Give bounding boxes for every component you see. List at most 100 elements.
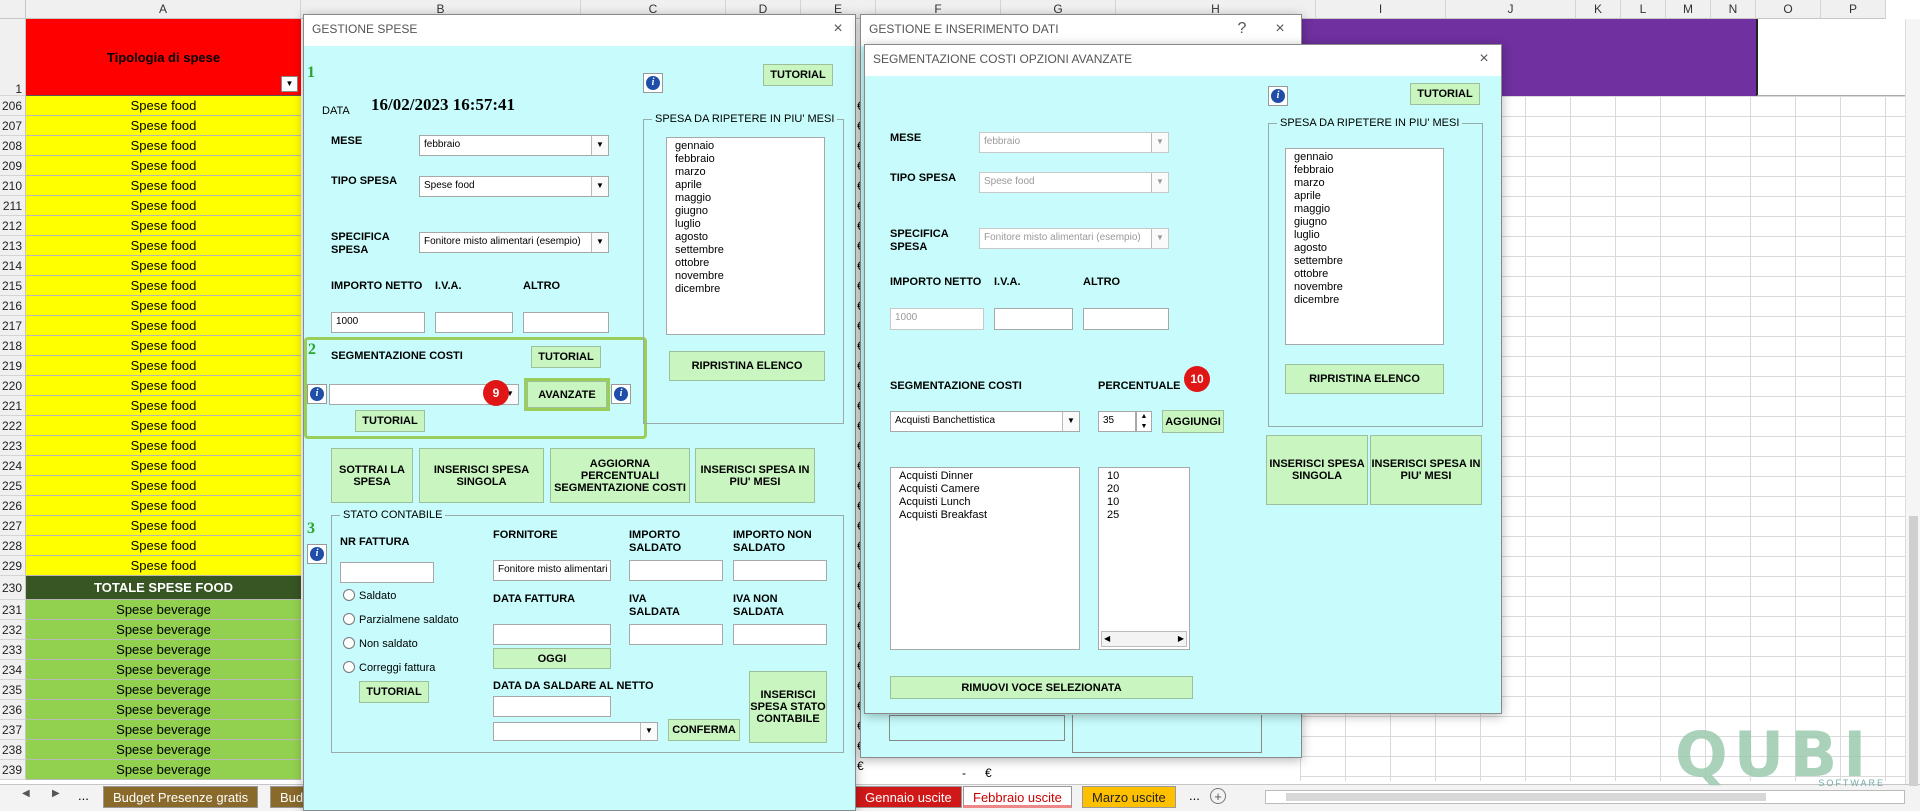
segmentazione-tutorial-button-2[interactable]: TUTORIAL xyxy=(355,410,425,432)
row-header-228[interactable]: 228 xyxy=(0,536,26,556)
chevron-down-icon[interactable]: ▼ xyxy=(591,233,608,252)
row-header-231[interactable]: 231 xyxy=(0,600,26,620)
col-header-o[interactable]: O xyxy=(1756,0,1821,19)
inserisci-spesa-mesi-button[interactable]: INSERISCI SPESA IN PIU' MESI xyxy=(1370,435,1482,505)
percentuali-hscroll[interactable]: ◀ ▶ xyxy=(1101,631,1187,647)
percentuale-list-item[interactable]: 10 xyxy=(1107,470,1181,483)
month-list-item[interactable]: agosto xyxy=(675,231,816,244)
total-cell[interactable]: TOTALE SPESE FOOD xyxy=(26,576,301,600)
specifica-spesa-select[interactable]: Fonitore misto alimentari (esempio) ▼ xyxy=(979,228,1169,249)
importo-netto-input[interactable]: 1000 xyxy=(890,308,984,330)
inserisci-spesa-mesi-button[interactable]: INSERISCI SPESA IN PIU' MESI xyxy=(695,448,815,503)
col-header-k[interactable]: K xyxy=(1576,0,1621,19)
row-header-211[interactable]: 211 xyxy=(0,196,26,216)
conferma-button[interactable]: CONFERMA xyxy=(668,719,740,741)
info-icon[interactable]: i xyxy=(307,544,327,564)
tab-scroll-left-icon[interactable]: ◀ xyxy=(22,788,30,799)
data-fattura-input[interactable] xyxy=(493,624,611,645)
row-header-233[interactable]: 233 xyxy=(0,640,26,660)
percentuale-list-item[interactable]: 20 xyxy=(1107,483,1181,496)
aggiorna-percentuali-button[interactable]: AGGIORNA PERCENTUALI SEGMENTAZIONE COSTI xyxy=(550,448,690,503)
month-list-item[interactable]: agosto xyxy=(1294,242,1435,255)
bottom-value-cell[interactable]: - xyxy=(962,766,966,780)
food-cell[interactable]: Spese food xyxy=(26,496,301,516)
food-cell[interactable]: Spese food xyxy=(26,136,301,156)
month-list-item[interactable]: luglio xyxy=(675,218,816,231)
voce-list-item[interactable]: Acquisti Camere xyxy=(899,483,1071,496)
tab-gennaio-uscite[interactable]: Gennaio uscite xyxy=(855,786,962,808)
close-icon[interactable]: × xyxy=(1473,48,1495,70)
tutorial-button[interactable]: TUTORIAL xyxy=(763,64,833,86)
chevron-down-icon[interactable]: ▼ xyxy=(640,723,657,740)
month-list-item[interactable]: marzo xyxy=(675,166,816,179)
tutorial-button[interactable]: TUTORIAL xyxy=(1410,83,1480,105)
row-header-237[interactable]: 237 xyxy=(0,720,26,740)
chevron-down-icon[interactable]: ▼ xyxy=(591,136,608,155)
beverage-cell[interactable]: Spese beverage xyxy=(26,680,301,700)
help-icon[interactable]: ? xyxy=(1231,18,1253,40)
mese-select[interactable]: febbraio ▼ xyxy=(979,132,1169,153)
chevron-down-icon[interactable]: ▼ xyxy=(1151,229,1168,248)
percentuali-list[interactable]: 10 20 10 25 ◀ ▶ xyxy=(1098,467,1190,650)
h-scrollbar[interactable] xyxy=(1265,790,1905,804)
food-cell[interactable]: Spese food xyxy=(26,236,301,256)
iva-input[interactable] xyxy=(994,308,1073,330)
stato-tutorial-button[interactable]: TUTORIAL xyxy=(359,681,429,703)
month-list-item[interactable]: aprile xyxy=(675,179,816,192)
col-header-l[interactable]: L xyxy=(1621,0,1666,19)
food-cell[interactable]: Spese food xyxy=(26,476,301,496)
beverage-cell[interactable]: Spese beverage xyxy=(26,740,301,760)
food-cell[interactable]: Spese food xyxy=(26,216,301,236)
voce-list-item[interactable]: Acquisti Dinner xyxy=(899,470,1071,483)
month-list-item[interactable]: febbraio xyxy=(675,153,816,166)
row-header-212[interactable]: 212 xyxy=(0,216,26,236)
iva-input[interactable] xyxy=(435,312,513,333)
beverage-cell[interactable]: Spese beverage xyxy=(26,640,301,660)
info-icon[interactable]: i xyxy=(611,384,631,404)
row-header-223[interactable]: 223 xyxy=(0,436,26,456)
month-list-item[interactable]: ottobre xyxy=(1294,268,1435,281)
radio-circle[interactable] xyxy=(343,661,355,673)
tab-bud[interactable]: Bud xyxy=(270,786,305,808)
col-header-j[interactable]: J xyxy=(1446,0,1576,19)
row-header-215[interactable]: 215 xyxy=(0,276,26,296)
select-all-corner[interactable] xyxy=(0,0,26,19)
row-header-220[interactable]: 220 xyxy=(0,376,26,396)
row-header-210[interactable]: 210 xyxy=(0,176,26,196)
info-icon[interactable]: i xyxy=(307,384,327,404)
month-list-item[interactable]: novembre xyxy=(1294,281,1435,294)
spin-down-icon[interactable]: ▼ xyxy=(1137,422,1151,432)
voce-list-item[interactable]: Acquisti Breakfast xyxy=(899,509,1071,522)
month-list-item[interactable]: novembre xyxy=(675,270,816,283)
row-header-235[interactable]: 235 xyxy=(0,680,26,700)
inserisci-spesa-singola-button[interactable]: INSERISCI SPESA SINGOLA xyxy=(419,448,544,503)
month-list-item[interactable]: dicembre xyxy=(1294,294,1435,307)
food-cell[interactable]: Spese food xyxy=(26,536,301,556)
beverage-cell[interactable]: Spese beverage xyxy=(26,700,301,720)
col-header-n[interactable]: N xyxy=(1711,0,1756,19)
euro-cell[interactable]: € xyxy=(857,756,864,776)
row-header-209[interactable]: 209 xyxy=(0,156,26,176)
row-header-218[interactable]: 218 xyxy=(0,336,26,356)
chevron-down-icon[interactable]: ▼ xyxy=(591,177,608,196)
food-cell[interactable]: Spese food xyxy=(26,316,301,336)
percentuale-list-item[interactable]: 10 xyxy=(1107,496,1181,509)
month-list-item[interactable]: dicembre xyxy=(675,283,816,296)
v-scrollbar[interactable] xyxy=(1905,19,1920,786)
voci-list[interactable]: Acquisti Dinner Acquisti Camere Acquisti L… xyxy=(890,467,1080,650)
voce-list-item[interactable]: Acquisti Lunch xyxy=(899,496,1071,509)
tipo-spesa-select[interactable]: Spese food ▼ xyxy=(979,172,1169,193)
aggiungi-button[interactable]: AGGIUNGI xyxy=(1162,410,1224,433)
segmentazione-select[interactable]: Acquisti Banchettistica ▼ xyxy=(890,411,1080,432)
tab-budget-presenze[interactable]: Budget Presenze gratis xyxy=(103,786,259,808)
ripristina-elenco-button[interactable]: RIPRISTINA ELENCO xyxy=(1285,364,1444,394)
row-header-226[interactable]: 226 xyxy=(0,496,26,516)
col-header-p[interactable]: P xyxy=(1821,0,1886,19)
row-header-238[interactable]: 238 xyxy=(0,740,26,760)
ripristina-elenco-button[interactable]: RIPRISTINA ELENCO xyxy=(669,351,825,381)
rimuovi-voce-button[interactable]: RIMUOVI VOCE SELEZIONATA xyxy=(890,676,1193,699)
row-header-219[interactable]: 219 xyxy=(0,356,26,376)
info-icon[interactable]: i xyxy=(1268,86,1288,106)
food-cell[interactable]: Spese food xyxy=(26,256,301,276)
row-header-234[interactable]: 234 xyxy=(0,660,26,680)
